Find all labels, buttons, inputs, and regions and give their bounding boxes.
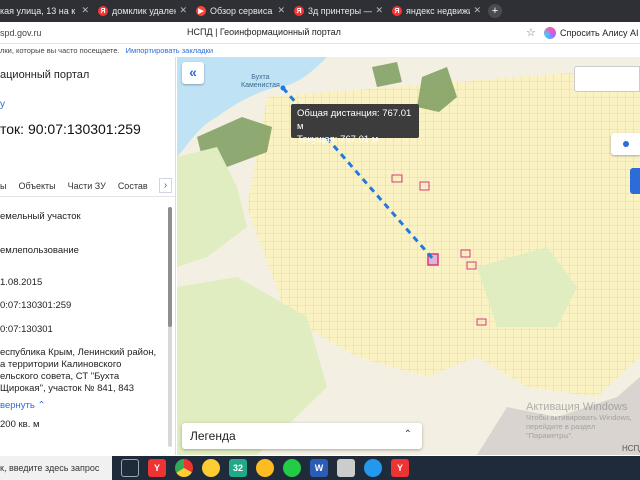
- browser-tab-strip: кая улица, 13 на к ✕ Я домклик удаленная…: [0, 0, 640, 22]
- panel-link[interactable]: у: [0, 99, 5, 110]
- new-tab-button[interactable]: +: [488, 4, 502, 18]
- field-area: 200 кв. м: [0, 419, 40, 430]
- legend-label: Легенда: [190, 429, 236, 443]
- url-field[interactable]: spd.gov.ru: [0, 28, 160, 38]
- bookmark-star-icon[interactable]: ☆: [526, 26, 536, 39]
- whatsapp-icon[interactable]: [283, 459, 301, 477]
- ask-alice-label: Спросить Алису AI: [560, 28, 639, 38]
- calculator-icon[interactable]: 32: [229, 459, 247, 477]
- collapse-link-label: вернуть: [0, 400, 35, 411]
- word-icon[interactable]: W: [310, 459, 328, 477]
- bay-label: Бухта Каменистая: [241, 74, 280, 89]
- close-icon[interactable]: ✕: [473, 5, 481, 16]
- bookmarks-hint: лки, которые вы часто посещаете.: [0, 45, 120, 55]
- task-view-icon[interactable]: [121, 459, 139, 477]
- snipping-icon[interactable]: [256, 459, 274, 477]
- tab-title: 3д принтеры — Яндекс: н: [308, 6, 372, 16]
- address-bar: spd.gov.ru НСПД | Геоинформационный порт…: [0, 22, 640, 44]
- import-bookmarks-link[interactable]: Импортировать закладки: [126, 46, 213, 55]
- activation-watermark: Активация Windows Чтобы активировать Win…: [526, 401, 636, 440]
- yandex-browser-icon[interactable]: Y: [148, 459, 166, 477]
- field-type: емельный участок: [0, 211, 81, 222]
- page-title: НСПД | Геоинформационный портал: [187, 27, 341, 37]
- scrollbar-thumb[interactable]: [168, 207, 172, 327]
- youtube-icon: ▶: [196, 6, 206, 16]
- collapse-panel-button[interactable]: «: [182, 62, 204, 84]
- chrome-icon[interactable]: [175, 459, 193, 477]
- info-panel: ационный портал у ток: 90:07:130301:259 …: [0, 57, 176, 455]
- field-date: 1.08.2015: [0, 277, 43, 288]
- close-icon[interactable]: ✕: [277, 5, 285, 16]
- layers-button[interactable]: [630, 168, 640, 194]
- tab-title: кая улица, 13 на к: [0, 6, 76, 16]
- locate-button[interactable]: [611, 133, 640, 155]
- yandex-icon: Я: [294, 6, 304, 16]
- tab-title: домклик удаленная сдел: [112, 6, 176, 16]
- field-land-use: емлепользование: [0, 245, 79, 256]
- panel-scrollbar[interactable]: [168, 207, 172, 447]
- tab-title: яндекс недвижимость: [406, 6, 470, 16]
- close-icon[interactable]: ✕: [179, 5, 187, 16]
- tabs-next-button[interactable]: ›: [159, 178, 172, 193]
- chevron-up-icon: ⌃: [37, 400, 46, 411]
- locate-icon: [622, 141, 629, 147]
- notepad-icon[interactable]: [337, 459, 355, 477]
- total-distance: Общая дистанция: 767.01 м: [297, 108, 412, 132]
- close-icon[interactable]: ✕: [375, 5, 383, 16]
- panel-tabs: ы Объекты Части ЗУ Состав ›: [0, 175, 175, 197]
- ask-alice-button[interactable]: Спросить Алису AI: [544, 25, 639, 41]
- expand-icon: ⌃: [403, 429, 412, 440]
- legend-dropdown[interactable]: Легенда ⌃: [182, 423, 422, 449]
- measure-start-point[interactable]: [280, 85, 286, 91]
- field-cadastral-number: 0:07:130301:259: [0, 300, 72, 311]
- browser-tab[interactable]: Я яндекс недвижимость ✕: [388, 2, 484, 20]
- taskbar-search[interactable]: к, введите здесь запрос: [0, 456, 112, 480]
- tab-parts[interactable]: Части ЗУ: [62, 181, 112, 191]
- panel-title: ационный портал: [0, 69, 90, 81]
- alice-icon: [544, 27, 556, 39]
- watermark-title: Активация Windows: [526, 401, 628, 413]
- map-search-input[interactable]: [574, 66, 640, 92]
- tab-composition[interactable]: Состав: [112, 181, 154, 191]
- photos-icon[interactable]: [202, 459, 220, 477]
- browser-tab[interactable]: Я 3д принтеры — Яндекс: н ✕: [290, 2, 386, 20]
- watermark-subtitle: Чтобы активировать Windows, перейдите в …: [526, 413, 632, 440]
- nspd-badge: НСПД: [622, 444, 640, 453]
- distance-tooltip: Общая дистанция: 767.01 м Текущая: 767.0…: [291, 104, 419, 145]
- browser-tab[interactable]: кая улица, 13 на к ✕: [0, 2, 92, 20]
- yandex-icon: Я: [98, 6, 108, 16]
- bookmarks-bar: лки, которые вы часто посещаете. Импорти…: [0, 44, 640, 56]
- field-address: еспублика Крым, Ленинский район, а терри…: [0, 347, 157, 394]
- yandex-icon: Я: [392, 6, 402, 16]
- current-distance: Текущая: 767.01 м: [297, 134, 379, 145]
- close-icon[interactable]: ✕: [81, 5, 89, 16]
- tab-objects[interactable]: Объекты: [12, 181, 61, 191]
- tab-info[interactable]: ы: [0, 181, 12, 191]
- field-quarter: 0:07:130301: [0, 324, 53, 335]
- browser-tab[interactable]: Я домклик удаленная сдел ✕: [94, 2, 190, 20]
- tab-title: Обзор сервиса Домклик: [210, 6, 274, 16]
- collapse-address-link[interactable]: вернуть ⌃: [0, 400, 45, 412]
- telegram-icon[interactable]: [364, 459, 382, 477]
- yandex-icon[interactable]: Y: [391, 459, 409, 477]
- cadastral-number: ток: 90:07:130301:259: [0, 121, 141, 137]
- windows-taskbar: к, введите здесь запрос Y 32 W Y: [0, 456, 640, 480]
- browser-tab[interactable]: ▶ Обзор сервиса Домклик ✕: [192, 2, 288, 20]
